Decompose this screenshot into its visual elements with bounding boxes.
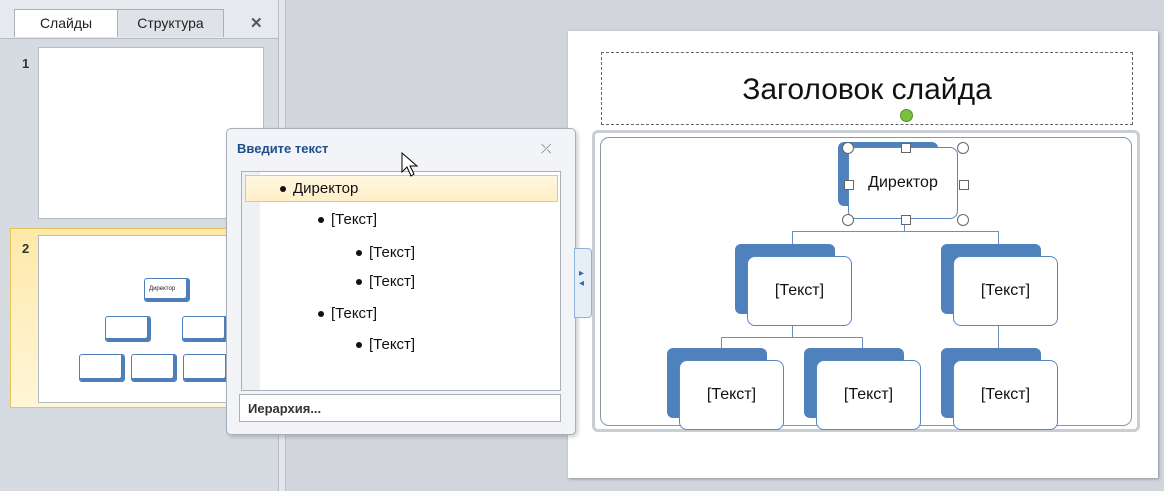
node-text-box[interactable]: Директор (848, 147, 958, 219)
connector-line (721, 337, 862, 338)
thumb-node (131, 354, 177, 382)
resize-handle-corner[interactable] (842, 214, 854, 226)
bullet-icon (318, 217, 324, 224)
slide-title[interactable]: Заголовок слайда (602, 73, 1132, 107)
bullet-icon (280, 186, 286, 193)
list-item-text[interactable]: [Текст] (369, 273, 415, 290)
list-item-text[interactable]: [Текст] (369, 336, 415, 353)
rotate-handle[interactable] (900, 109, 913, 122)
text-pane-toggle[interactable]: ▸ ◂ (574, 248, 592, 318)
list-item[interactable]: [Текст] (318, 211, 377, 228)
list-item-text[interactable]: [Текст] (331, 211, 377, 228)
connector-line (998, 326, 999, 348)
chevron-right-left-icon: ▸ ◂ (579, 268, 585, 289)
bullet-icon (356, 279, 362, 286)
connector-line (998, 231, 999, 245)
close-pane-icon[interactable]: ✕ (250, 14, 263, 32)
slide-number-1: 1 (22, 56, 30, 71)
node-text-box[interactable]: [Текст] (953, 256, 1058, 326)
pane-tabs: Слайды Структура ✕ (0, 0, 278, 39)
resize-handle-side[interactable] (959, 180, 969, 190)
thumb-node (105, 316, 151, 342)
title-placeholder[interactable]: Заголовок слайда (601, 52, 1133, 125)
node-text-box[interactable]: [Текст] (679, 360, 784, 430)
resize-handle-corner[interactable] (842, 142, 854, 154)
close-icon[interactable]: ⤫ (541, 141, 551, 157)
thumb-node-root-label: Директор (149, 286, 176, 292)
connector-line (792, 231, 793, 245)
list-item[interactable]: Директор (280, 180, 358, 197)
slide-number-2: 2 (22, 241, 30, 256)
layout-name-link[interactable]: Иерархия... (239, 394, 561, 422)
thumb-node (182, 316, 228, 342)
resize-handle-side[interactable] (901, 143, 911, 153)
connector-line (792, 231, 998, 232)
resize-handle-corner[interactable] (957, 142, 969, 154)
text-pane-title: Введите текст (237, 141, 329, 156)
bullet-icon (356, 342, 362, 349)
resize-handle-side[interactable] (901, 215, 911, 225)
list-item[interactable]: [Текст] (356, 336, 415, 353)
list-item[interactable]: [Текст] (356, 273, 415, 290)
bullet-icon (318, 311, 324, 318)
node-text-box[interactable]: [Текст] (747, 256, 852, 326)
resize-handle-side[interactable] (844, 180, 854, 190)
list-item-text[interactable]: Директор (293, 180, 358, 197)
tab-slides[interactable]: Слайды (14, 9, 118, 37)
list-gutter (242, 172, 260, 390)
thumb-node (79, 354, 125, 382)
resize-handle-corner[interactable] (957, 214, 969, 226)
tab-outline[interactable]: Структура (118, 9, 224, 37)
thumb-node (183, 354, 229, 382)
list-item-text[interactable]: [Текст] (331, 305, 377, 322)
bullet-icon (356, 250, 362, 257)
list-item[interactable]: [Текст] (318, 305, 377, 322)
text-pane-list[interactable]: Директор [Текст] [Текст] [Текст] [Текст]… (241, 171, 561, 391)
list-item-text[interactable]: [Текст] (369, 244, 415, 261)
node-text-box[interactable]: [Текст] (816, 360, 921, 430)
node-text-box[interactable]: [Текст] (953, 360, 1058, 430)
list-item[interactable]: [Текст] (356, 244, 415, 261)
mouse-pointer-icon (401, 152, 419, 177)
